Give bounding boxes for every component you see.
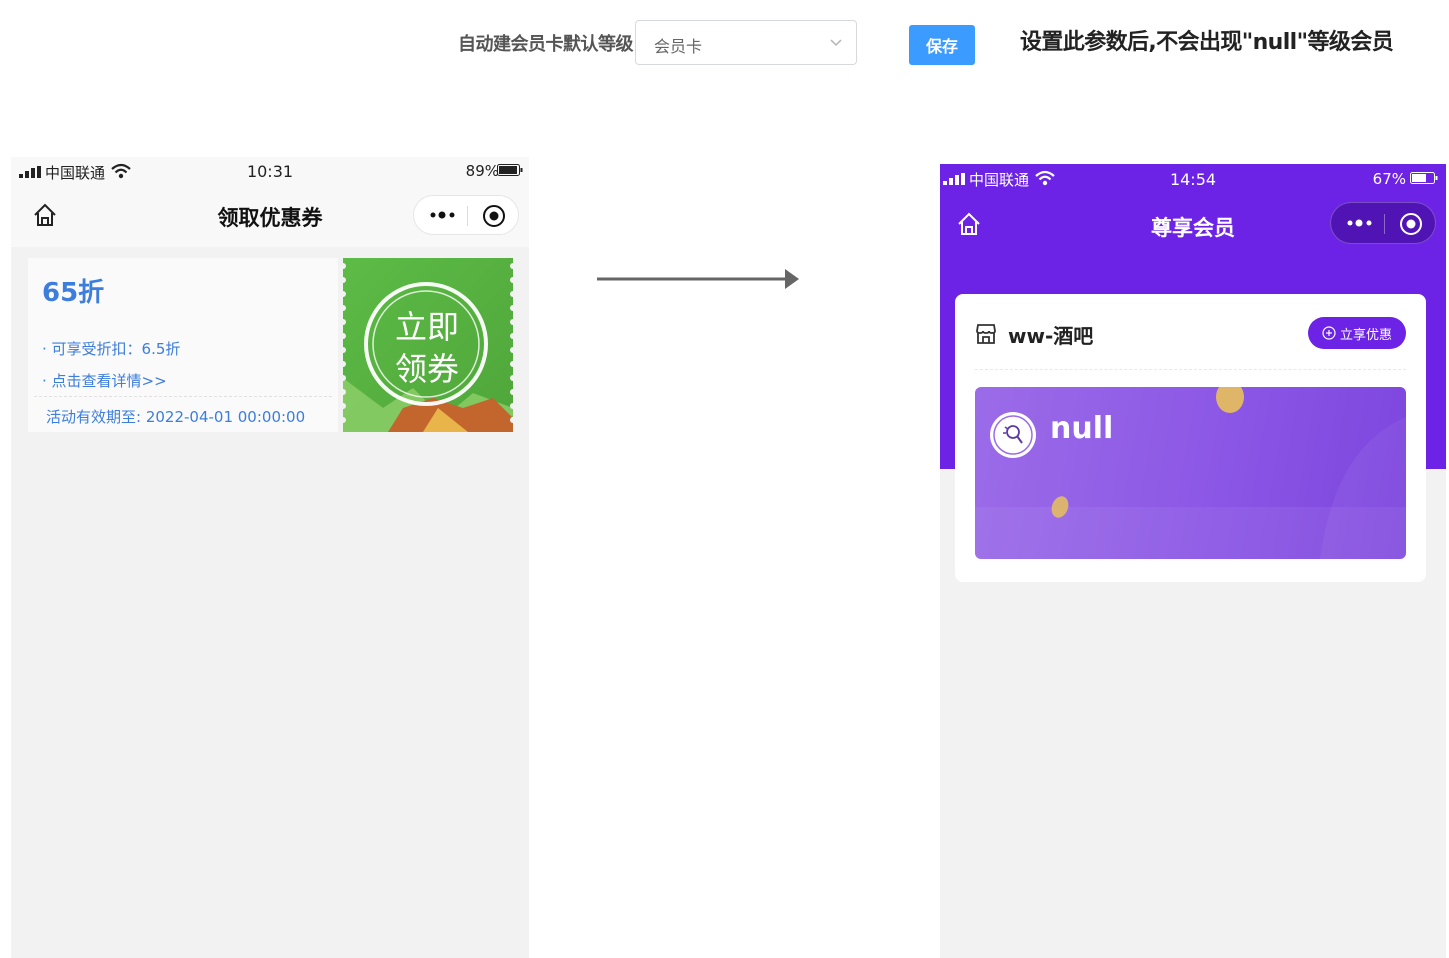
battery-percent: 67% [1372,170,1406,188]
arrow-right-icon [597,269,799,289]
save-button[interactable]: 保存 [909,25,975,65]
mini-program-capsule[interactable] [413,195,519,235]
panel-divider [975,369,1406,370]
claim-coupon-stub[interactable]: 立即 领券 [340,258,516,432]
coupon-detail-link[interactable]: · 点击查看详情>> [42,370,167,391]
stamp-line-1: 立即 [395,308,460,346]
capsule-divider [467,206,468,226]
close-target-icon[interactable] [1399,212,1423,236]
capsule-divider [1384,214,1385,234]
clock: 14:54 [1169,170,1217,189]
coupon-phone-screen: 中国联通 10:31 89% 领取优惠券 65折 · 可享受折扣：6.5折 · … [11,157,529,958]
select-value: 会员卡 [654,37,703,56]
mini-program-capsule[interactable] [1330,202,1436,244]
coupon-card[interactable]: 65折 · 可享受折扣：6.5折 · 点击查看详情>> 活动有效期至: 2022… [28,258,338,432]
shop-icon [976,324,996,344]
enjoy-perks-label: 立享优惠 [1339,327,1392,343]
stamp-line-2: 领券 [395,350,460,388]
enjoy-perks-button[interactable]: 立享优惠 [1308,317,1406,349]
chevron-down-icon [830,39,842,47]
coupon-discount: 65折 [42,278,105,308]
coupon-divider [34,396,332,397]
more-icon[interactable] [428,206,458,224]
member-badge-icon [990,412,1036,458]
battery-icon [497,164,523,176]
battery-percent: 89% [465,162,499,180]
more-icon[interactable] [1345,214,1375,232]
member-level-card[interactable]: null [975,387,1406,559]
coupon-detail-discount: · 可享受折扣：6.5折 [42,340,181,358]
member-phone-screen: 中国联通 14:54 67% 尊享会员 ww-酒吧 立享优惠 null [940,164,1446,958]
plus-circle-icon [1322,326,1336,340]
default-level-select[interactable]: 会员卡 [635,20,857,65]
battery-icon [1410,172,1438,184]
default-level-label: 自动建会员卡默认等级 [458,34,634,55]
shop-name: ww-酒吧 [1008,324,1094,348]
claim-stamp-text: 立即 领券 [395,306,459,390]
member-level-name: null [1050,411,1114,446]
nav-header: 中国联通 10:31 89% 领取优惠券 [11,157,529,247]
member-card-panel: ww-酒吧 立享优惠 null [955,294,1426,582]
coupon-validity: 活动有效期至: 2022-04-01 00:00:00 [46,408,306,426]
card-decoration [975,387,1406,559]
explanation-note: 设置此参数后,不会出现"null"等级会员 [1020,30,1394,55]
close-target-icon[interactable] [482,204,506,228]
clock: 10:31 [246,162,294,181]
